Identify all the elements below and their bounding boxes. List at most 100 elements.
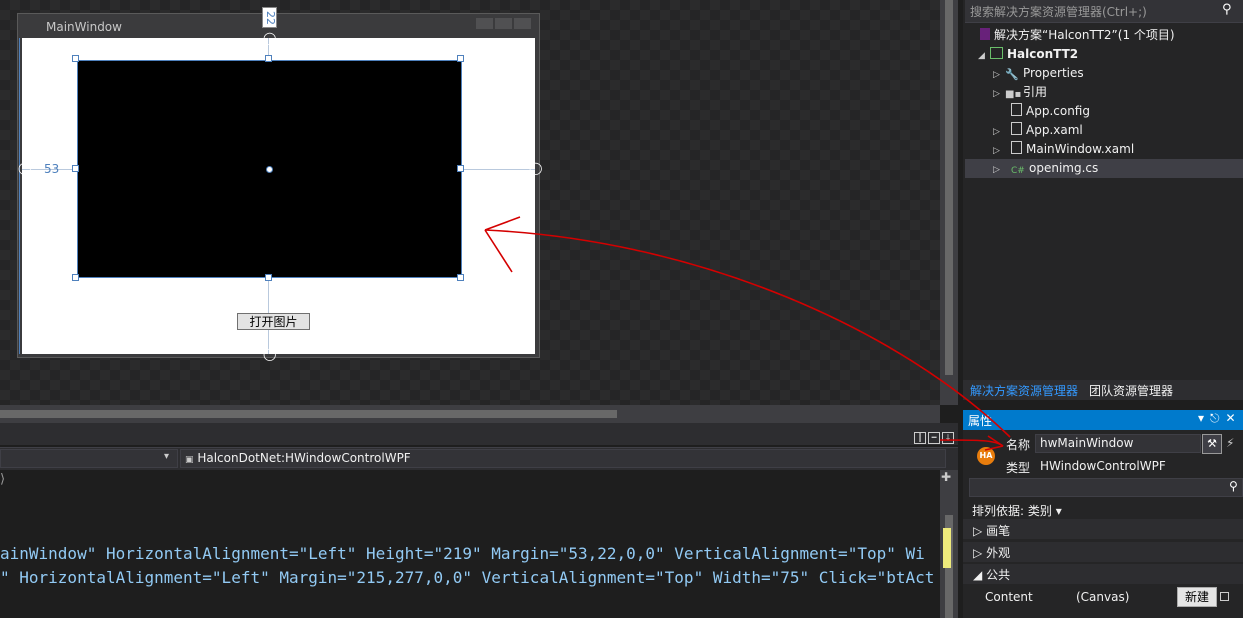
config-file-icon	[1011, 103, 1022, 116]
type-value: HWindowControlWPF	[1040, 459, 1166, 473]
designer-vscroll-thumb[interactable]	[945, 0, 953, 375]
element-dropdown-right[interactable]: ▣ HalconDotNet:HWindowControlWPF	[180, 449, 946, 468]
chain-link-icon[interactable]: ◯	[263, 31, 276, 45]
tree-item-label: openimg.cs	[1029, 161, 1099, 175]
designer-vertical-scrollbar[interactable]	[940, 0, 958, 405]
chain-link-icon[interactable]: ◯	[263, 347, 276, 361]
resize-handle[interactable]	[457, 274, 464, 281]
category-label: 外观	[986, 546, 1011, 560]
collapsed-arrow-icon[interactable]: ▷	[973, 524, 982, 538]
tree-item-openimg-cs[interactable]: ▷ C# openimg.cs	[965, 159, 1243, 178]
maximize-icon	[495, 18, 512, 29]
tree-item-references[interactable]: ▷ ■▪ 引用	[993, 83, 1047, 102]
collapse-pane-icon[interactable]: ↓	[942, 432, 954, 444]
property-marker-icon[interactable]	[1220, 592, 1229, 601]
sort-by-dropdown[interactable]: 排列依据: 类别 ▾	[972, 502, 1062, 519]
element-dropdown-left[interactable]	[0, 449, 178, 468]
split-view-buttons[interactable]: ┃ ━ ↓	[912, 429, 954, 444]
search-icon[interactable]: ⚲	[1222, 2, 1232, 17]
mainwindow-title: MainWindow	[46, 20, 122, 34]
content-property-label: Content	[985, 590, 1033, 604]
csharp-project-icon	[990, 47, 1003, 59]
code-line[interactable]: " HorizontalAlignment="Left" Margin="215…	[0, 568, 934, 587]
tree-item-label: App.config	[1026, 104, 1090, 118]
tree-item-label: 引用	[1023, 85, 1048, 99]
resize-handle[interactable]	[265, 274, 272, 281]
tab-solution-explorer[interactable]: 解决方案资源管理器	[970, 382, 1078, 399]
tree-item-mainwindow-xaml[interactable]: ▷ MainWindow.xaml	[993, 140, 1134, 159]
pin-icon[interactable]: ⎋	[1210, 411, 1226, 425]
expanded-arrow-icon[interactable]: ◢	[978, 47, 990, 66]
resize-handle[interactable]	[72, 55, 79, 62]
element-dropdown-value: HalconDotNet:HWindowControlWPF	[197, 451, 411, 465]
expanded-arrow-icon[interactable]: ◢	[973, 568, 982, 582]
designer-horizontal-scrollbar[interactable]	[0, 405, 940, 423]
right-margin-guide	[460, 169, 535, 170]
resize-handle[interactable]	[72, 274, 79, 281]
name-label: 名称	[1006, 438, 1031, 452]
solution-icon	[980, 28, 990, 40]
tree-item-label: MainWindow.xaml	[1026, 142, 1135, 156]
left-rail	[19, 38, 20, 354]
center-point	[266, 166, 273, 173]
properties-title: 属性	[968, 414, 993, 428]
chevron-down-icon[interactable]: ▾	[164, 451, 169, 462]
split-plus-icon[interactable]: ✚	[941, 470, 951, 484]
xaml-file-icon	[1011, 122, 1022, 135]
resize-handle[interactable]	[265, 55, 272, 62]
collapsed-arrow-icon[interactable]: ▷	[993, 161, 1005, 180]
category-common[interactable]: ◢ 公共	[973, 566, 1010, 583]
tree-item-project[interactable]: ◢ HalconTT2	[978, 45, 1078, 64]
properties-wrench-icon[interactable]: ⚒	[1202, 434, 1222, 454]
chain-link-icon[interactable]: ◯	[18, 161, 31, 175]
horizontal-split-icon[interactable]: ━	[928, 432, 940, 444]
events-bolt-icon[interactable]: ⚡	[1226, 436, 1234, 450]
tree-item-label: App.xaml	[1026, 123, 1083, 137]
references-icon: ■▪	[1005, 89, 1022, 100]
designer-hscroll-thumb[interactable]	[0, 410, 617, 418]
close-icon	[514, 18, 531, 29]
margin-top-label: 22	[262, 7, 277, 28]
tree-item-solution[interactable]: 解决方案“HalconTT2”(1 个项目)	[980, 26, 1175, 45]
category-brush[interactable]: ▷ 画笔	[973, 522, 1010, 539]
content-property-value: (Canvas)	[1076, 590, 1130, 604]
collapsed-arrow-icon[interactable]: ▷	[973, 546, 982, 560]
name-input[interactable]: hwMainWindow	[1035, 434, 1201, 453]
tree-item-properties[interactable]: ▷ 🔧 Properties	[993, 64, 1084, 83]
resize-handle[interactable]	[72, 165, 79, 172]
tab-team-explorer[interactable]: 团队资源管理器	[1089, 382, 1173, 399]
margin-left-label: 53	[44, 162, 60, 176]
resize-handle[interactable]	[457, 165, 464, 172]
chain-link-icon[interactable]: ◯	[529, 161, 542, 175]
search-icon[interactable]: ⚲	[1229, 479, 1238, 493]
tree-item-app-xaml[interactable]: ▷ App.xaml	[993, 121, 1083, 140]
collapsed-arrow-icon[interactable]: ▷	[993, 85, 1005, 104]
open-image-button[interactable]: 打开图片	[237, 313, 310, 330]
resize-handle[interactable]	[457, 55, 464, 62]
sort-by-label: 排列依据: 类别	[972, 504, 1052, 518]
tree-item-label: HalconTT2	[1007, 47, 1079, 61]
new-content-button[interactable]: 新建	[1177, 587, 1217, 607]
category-label: 公共	[986, 568, 1011, 582]
control-icon: ▣	[185, 455, 194, 465]
split-toolbar	[0, 423, 958, 445]
halcon-control-icon: HA	[977, 447, 995, 465]
change-marker	[943, 528, 951, 568]
tree-item-label: 解决方案“HalconTT2”(1 个项目)	[994, 28, 1175, 42]
code-line[interactable]: ainWindow" HorizontalAlignment="Left" He…	[0, 544, 925, 563]
vertical-split-icon[interactable]: ┃	[914, 432, 926, 444]
type-label: 类型	[1006, 461, 1031, 475]
minimize-icon	[476, 18, 493, 29]
tree-item-label: Properties	[1023, 66, 1084, 80]
solution-search-placeholder: 搜索解决方案资源管理器(Ctrl+;)	[970, 5, 1147, 19]
xaml-file-icon	[1011, 141, 1022, 154]
dropdown-icon[interactable]: ▾	[1198, 411, 1210, 425]
properties-header-buttons[interactable]: ▾⎋✕	[1198, 411, 1242, 426]
chevron-down-icon: ▾	[1055, 504, 1062, 518]
category-appearance[interactable]: ▷ 外观	[973, 544, 1010, 561]
fold-chevron-icon[interactable]: ⟩	[0, 472, 5, 487]
tree-item-app-config[interactable]: App.config	[1005, 102, 1090, 121]
wrench-icon: 🔧	[1005, 68, 1019, 81]
close-icon[interactable]: ✕	[1226, 411, 1242, 425]
properties-search-input[interactable]	[969, 478, 1243, 497]
